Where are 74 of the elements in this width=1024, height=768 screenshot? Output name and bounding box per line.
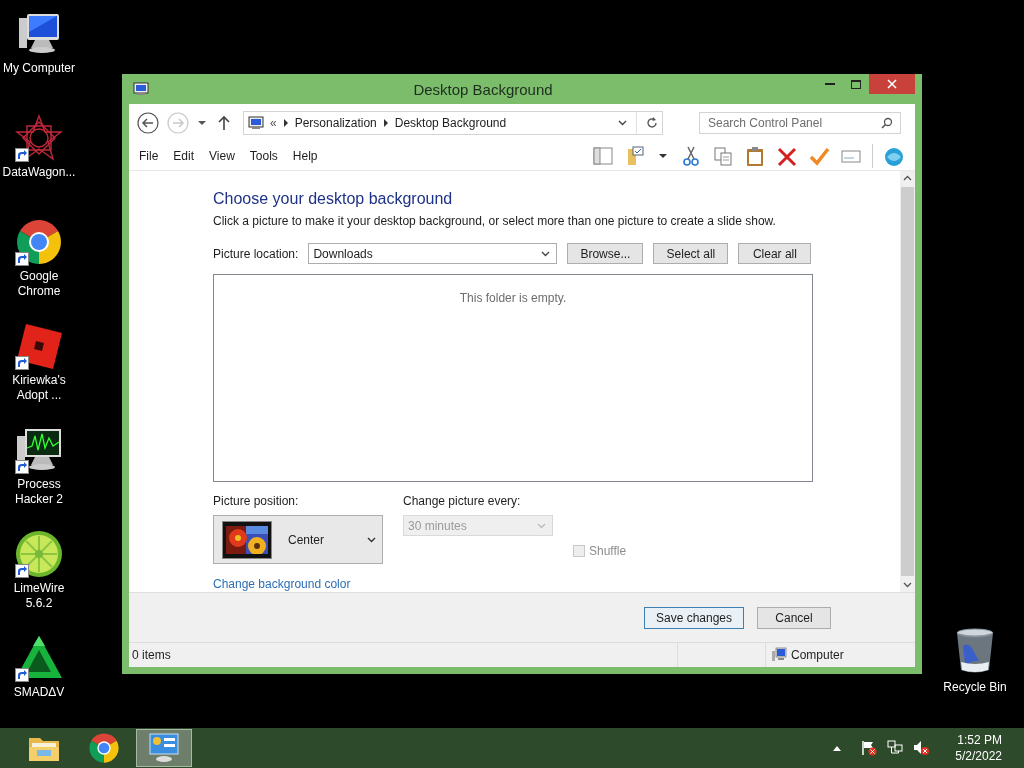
menu-item[interactable]: View	[209, 149, 235, 163]
back-icon[interactable]	[137, 112, 159, 134]
chevron-down-icon	[537, 522, 546, 529]
breadcrumb[interactable]: Personalization	[294, 116, 377, 130]
clipboard-icon[interactable]	[744, 145, 766, 167]
link[interactable]: Change background color	[213, 577, 383, 591]
computer-icon	[771, 647, 787, 663]
checkmark-icon[interactable]	[808, 145, 830, 167]
icon-label[interactable]: Recycle Bin	[943, 680, 1007, 695]
page-heading: Choose your desktop background	[213, 189, 454, 209]
lime-icon	[15, 530, 63, 578]
status-text: 0 items	[132, 648, 171, 662]
position-dropdown[interactable]: Center	[213, 515, 383, 564]
globe-icon[interactable]	[883, 145, 905, 167]
menu-item[interactable]: Tools	[249, 149, 278, 163]
search-icon[interactable]	[881, 117, 893, 129]
menu-item[interactable]: File	[139, 149, 159, 163]
taskbar-button[interactable]	[136, 729, 192, 767]
network-icon[interactable]	[887, 740, 904, 756]
empty-message: This folder is empty.	[459, 291, 567, 307]
scrollbar[interactable]	[900, 171, 915, 592]
icon-label[interactable]: Process Hacker 2	[0, 477, 78, 507]
breadcrumb-arrow-icon[interactable]	[382, 119, 389, 127]
breadcrumb[interactable]: Desktop Background	[394, 116, 507, 130]
push-button[interactable]: Browse...	[567, 243, 644, 264]
control-panel-icon	[133, 81, 149, 97]
show-hidden-icons[interactable]	[833, 745, 842, 751]
caret-icon[interactable]	[197, 120, 207, 126]
menu-item[interactable]: Help	[292, 149, 318, 163]
description: Click a picture to make it your desktop background, or select more than one picture to create a slide show.	[213, 213, 777, 229]
control-panel-icon	[148, 733, 180, 763]
clock-date[interactable]: 5/2/2022	[955, 748, 1002, 764]
scrollbar-thumb[interactable]	[901, 187, 914, 576]
star-icon	[15, 114, 63, 162]
address-prefix[interactable]: «	[270, 116, 277, 130]
picture-list[interactable]: This folder is empty.	[213, 274, 813, 482]
refresh-icon[interactable]	[646, 117, 658, 129]
window-title: Desktop Background	[412, 80, 554, 98]
push-button[interactable]: Clear all	[738, 243, 812, 264]
trash-bin-icon	[955, 628, 995, 674]
icon-label[interactable]: DataWagon...	[2, 165, 76, 180]
location-dropdown[interactable]: Downloads	[308, 243, 558, 264]
chevron-down-icon	[618, 120, 627, 126]
close-icon	[887, 79, 897, 89]
search-field[interactable]: Search Control Panel	[699, 112, 901, 134]
copy-icon[interactable]	[712, 145, 734, 167]
field-label: Picture location:	[213, 246, 299, 261]
menu-item[interactable]: Edit	[173, 149, 195, 163]
icon-label[interactable]: Kiriewka's Adopt ...	[0, 373, 78, 403]
flag-icon[interactable]	[861, 740, 878, 756]
icon-label[interactable]: LimeWire 5.6.2	[0, 581, 78, 611]
icon-label[interactable]: Google Chrome	[0, 269, 78, 299]
minimize-icon	[825, 83, 835, 85]
scissors-icon[interactable]	[680, 145, 702, 167]
field-label: Picture position:	[213, 494, 300, 508]
address-bar[interactable]: « Personalization Desktop Background	[243, 111, 663, 135]
delete-icon[interactable]	[776, 145, 798, 167]
maximize-icon	[851, 79, 861, 89]
chrome-icon	[15, 218, 63, 266]
status-text: Computer	[791, 648, 844, 662]
push-button[interactable]: Select all	[653, 243, 729, 264]
breadcrumb-arrow-icon[interactable]	[282, 119, 289, 127]
icon-label[interactable]: My Computer	[3, 61, 75, 76]
control-panel-icon	[248, 115, 264, 131]
icon-label[interactable]: SMADΔV	[13, 685, 65, 700]
field-label: Change picture every:	[403, 494, 522, 508]
dialog-button[interactable]: Cancel	[757, 606, 831, 629]
dialog-button[interactable]: Save changes	[644, 606, 744, 629]
muted-speaker-icon[interactable]	[913, 740, 930, 756]
chevron-down-icon	[541, 250, 551, 257]
up-arrow-icon[interactable]	[217, 115, 231, 131]
clock-time[interactable]: 1:52 PM	[957, 732, 1002, 748]
chevron-down-icon	[367, 536, 376, 543]
chrome-icon	[88, 732, 120, 764]
